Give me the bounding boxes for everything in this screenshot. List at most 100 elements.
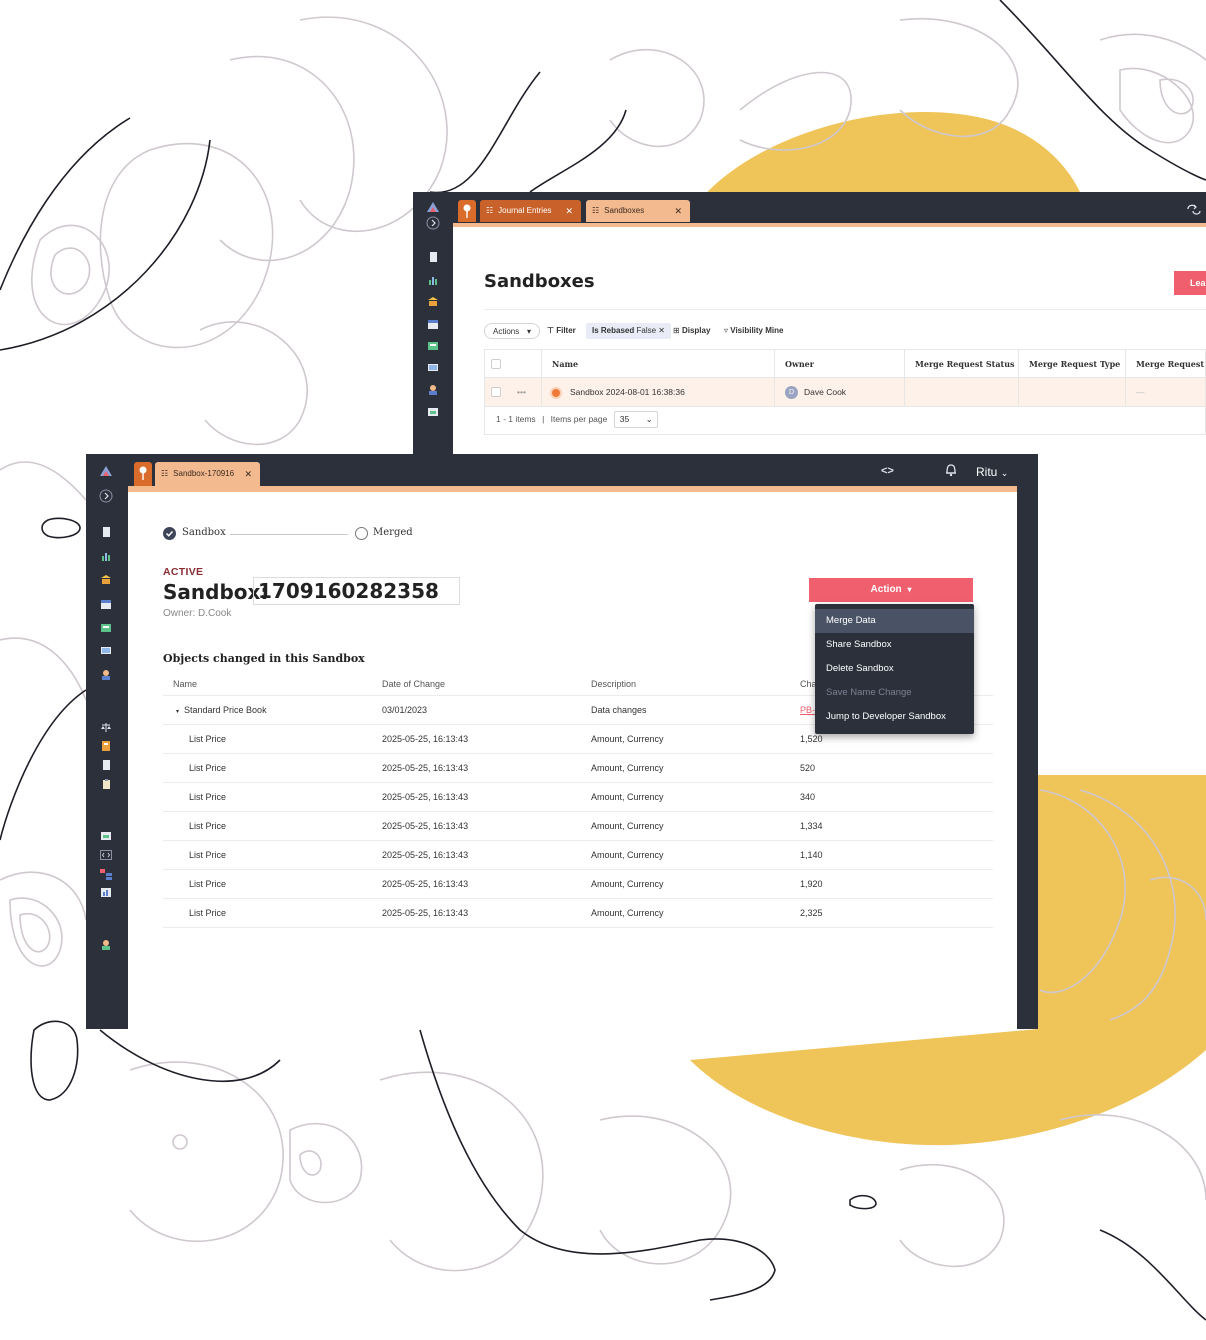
tab-sandbox-detail[interactable]: ☷ Sandbox-170916 ✕ [155,462,260,486]
display-label: Display [681,326,711,335]
chart-icon[interactable] [86,551,126,563]
sandbox-name-cell[interactable]: Sandbox 2024-08-01 16:38:36 [541,378,774,406]
menu-item-delete-sandbox[interactable]: Delete Sandbox [815,657,974,681]
column-header[interactable]: Merge Request Status [904,350,1018,378]
owner-cell: D Dave Cook [774,378,904,406]
column-header[interactable]: Name [541,350,774,378]
column-header[interactable]: Merge Request [1125,350,1206,378]
filter-label: Filter [556,326,576,335]
display-button[interactable]: ⊞ Display [673,323,710,339]
stats-icon[interactable] [413,407,453,419]
user-icon[interactable] [413,385,453,397]
separator: | [542,414,545,424]
close-icon[interactable]: ✕ [244,462,252,486]
mountain-logo-icon[interactable] [86,465,126,476]
document-icon[interactable] [413,252,453,264]
name-cell: List Price [189,792,227,802]
table-row[interactable]: List Price 2025-05-25, 16:13:43 Amount, Cu… [163,899,993,928]
sandbox-detail-page: Sandbox Merged ACTIVE Sandbox: 170916028… [128,486,1017,1029]
list-icon: ☷ [486,206,494,215]
calendar-icon[interactable] [86,599,126,611]
rebased-filter-chip[interactable]: Is Rebased False ✕ [586,323,671,339]
row-menu-icon[interactable]: ••• [507,378,541,406]
date-cell: 03/01/2023 [382,705,428,715]
table-row[interactable]: List Price 2025-05-25, 16:13:43 Amount, Cu… [163,870,993,899]
divider [484,309,1206,310]
table-row[interactable]: List Price 2025-05-25, 16:13:43 Amount, Cu… [163,783,993,812]
table-row[interactable]: List Price 2025-05-25, 16:13:43 Amount, Cu… [163,754,993,783]
change-cell: 1,334 [800,821,823,831]
description-cell: Amount, Currency [591,821,664,831]
pin-icon[interactable] [134,462,152,486]
document-icon[interactable] [86,527,126,539]
row-checkbox[interactable] [491,387,501,397]
actions-dropdown[interactable]: Actions ▾ [484,323,540,339]
menu-item-jump-to-developer-sandbox[interactable]: Jump to Developer Sandbox [815,705,974,729]
pin-icon[interactable] [458,200,476,222]
stats-icon[interactable] [86,887,126,899]
swap-icon[interactable] [1186,203,1202,222]
sandbox-name-input[interactable]: 1709160282358 [253,577,460,605]
column-header[interactable]: Description [591,673,791,696]
caret-down-icon[interactable]: ▾ [176,709,179,715]
code-icon[interactable]: <> [881,465,894,477]
chevron-right-icon[interactable] [413,216,453,230]
visibility-button[interactable]: ▿ Visibility Mine [724,323,783,339]
column-header[interactable]: Owner [774,350,904,378]
column-header[interactable]: Date of Change [382,673,582,696]
scale-icon[interactable] [86,723,126,735]
tab-journal-entries[interactable]: ☷ Journal Entries ✕ [480,200,581,222]
leave-button[interactable]: Lea [1174,271,1206,295]
table-row[interactable]: List Price 2025-05-25, 16:13:43 Amount, Cu… [163,841,993,870]
menu-item-share-sandbox[interactable]: Share Sandbox [815,633,974,657]
close-icon[interactable]: ✕ [674,200,682,222]
bank-icon[interactable] [86,575,126,587]
table-row[interactable]: List Price 2025-05-25, 16:13:43 Amount, Cu… [163,812,993,841]
hierarchy-icon[interactable] [86,869,126,883]
visibility-key: Visibility [730,326,764,335]
menu-item-merge-data[interactable]: Merge Data [815,609,974,633]
select-all-checkbox[interactable] [491,359,501,369]
close-icon[interactable]: ✕ [565,200,573,222]
admin-icon[interactable] [86,940,126,952]
ledger-icon[interactable] [413,341,453,353]
per-page-label: Items per page [550,414,608,424]
step-connector [230,534,348,535]
book-icon[interactable] [86,741,126,753]
description-cell: Amount, Currency [591,908,664,918]
chart-icon[interactable] [413,275,453,287]
item-range: 1 - 1 items [496,414,536,424]
date-cell: 2025-05-25, 16:13:43 [382,763,469,773]
bank-icon[interactable] [413,297,453,309]
column-header[interactable]: Name [173,673,373,696]
page-icon[interactable] [86,760,126,772]
report-icon[interactable] [86,831,126,843]
monitor-icon[interactable] [413,363,453,375]
date-cell: 2025-05-25, 16:13:43 [382,850,469,860]
calendar-icon[interactable] [413,319,453,331]
filter-button[interactable]: ⊤ Filter [547,323,576,339]
column-header[interactable]: Merge Request Type [1018,350,1125,378]
bell-icon[interactable] [945,463,957,482]
chevron-right-icon[interactable] [86,489,126,503]
tab-sandboxes[interactable]: ☷ Sandboxes ✕ [586,200,690,222]
date-cell: 2025-05-25, 16:13:43 [382,734,469,744]
action-button[interactable]: Action ▾ [809,578,973,602]
table-row[interactable]: ••• Sandbox 2024-08-01 16:38:36 D Dave Co… [485,378,1205,406]
ledger-icon[interactable] [86,623,126,635]
circle-icon [355,527,368,540]
actions-label: Actions [493,327,520,336]
clipboard-icon[interactable] [86,779,126,791]
description-cell: Amount, Currency [591,879,664,889]
code-window-icon[interactable] [86,850,126,862]
mountain-logo-icon[interactable] [413,201,453,212]
date-cell: 2025-05-25, 16:13:43 [382,792,469,802]
user-icon[interactable] [86,670,126,682]
close-icon[interactable]: ✕ [658,326,665,335]
pagination: 1 - 1 items | Items per page 35 ⌄ [484,405,1206,435]
change-cell: 2,325 [800,908,823,918]
monitor-icon[interactable] [86,646,126,658]
per-page-select[interactable]: 35 ⌄ [613,411,658,429]
user-menu[interactable]: Ritu ⌄ [976,465,1008,479]
action-menu: Merge Data Share Sandbox Delete Sandbox … [815,604,974,734]
